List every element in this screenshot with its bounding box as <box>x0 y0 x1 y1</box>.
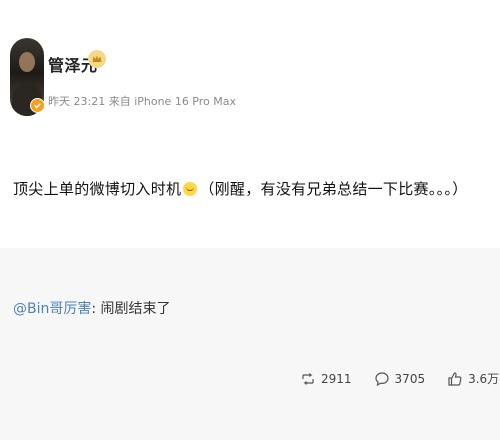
repost-icon <box>302 372 314 385</box>
comment-icon <box>374 371 389 386</box>
retweet-text: 闹剧结束了 <box>96 301 171 317</box>
post-text-main: 顶尖上单的微博切入时机 <box>13 180 182 198</box>
repost-button[interactable]: 2911 <box>300 371 352 387</box>
like-count: 3.6万 <box>468 372 500 386</box>
post-text: 顶尖上单的微博切入时机 （刚醒，有没有兄弟总结一下比赛。。。） <box>13 178 468 199</box>
post-text-aside: （刚醒，有没有兄弟总结一下比赛。。。） <box>199 180 468 198</box>
action-bar: 2911 3705 3.6万 <box>300 370 499 387</box>
smile-emoji-icon <box>183 182 198 196</box>
verified-badge-icon <box>30 98 45 113</box>
crown-icon <box>88 50 106 68</box>
comment-button[interactable]: 3705 <box>374 371 426 387</box>
comment-count: 3705 <box>394 371 426 386</box>
thumbs-up-icon <box>448 371 462 386</box>
retweet-content: @Bin哥厉害: 闹剧结束了 <box>13 298 171 318</box>
post-meta: 昨天 23:21 来自 iPhone 16 Pro Max <box>48 95 236 108</box>
repost-count: 2911 <box>321 371 352 386</box>
avatar-face <box>19 52 35 72</box>
weibo-post: 管泽元 昨天 23:21 来自 iPhone 16 Pro Max 顶尖上单的微… <box>0 0 500 248</box>
mention-link[interactable]: @Bin哥厉害 <box>13 301 91 317</box>
like-button[interactable]: 3.6万 <box>447 370 499 387</box>
retweet-box[interactable]: @Bin哥厉害: 闹剧结束了 <box>0 248 500 440</box>
